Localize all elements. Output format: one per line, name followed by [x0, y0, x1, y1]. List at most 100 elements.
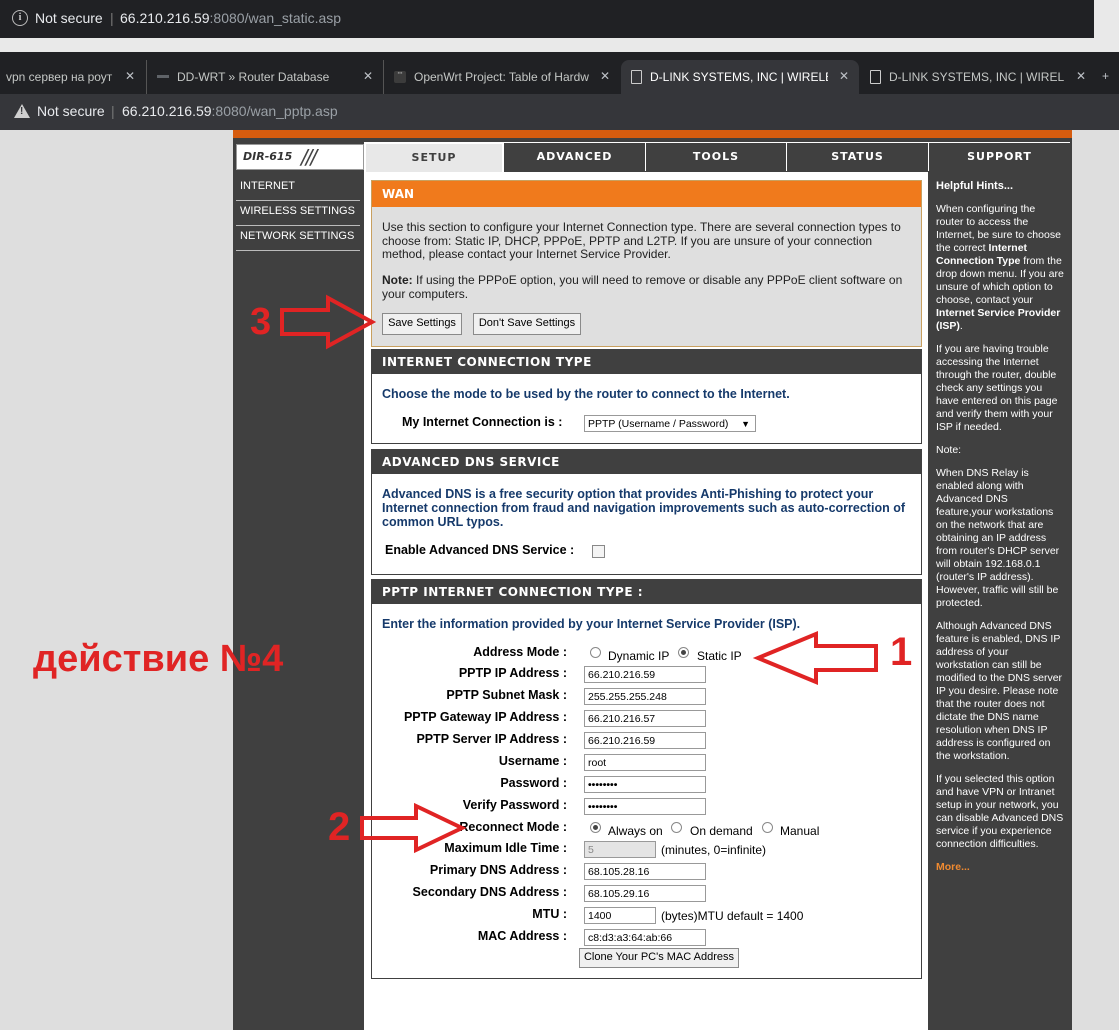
header-stripe — [233, 130, 1072, 138]
more-link[interactable]: More... — [936, 861, 1064, 874]
connection-type-label: My Internet Connection is : — [402, 415, 563, 429]
left-menu: INTERNET WIRELESS SETTINGS NETWORK SETTI… — [236, 176, 360, 251]
section-title: PPTP INTERNET CONNECTION TYPE : — [372, 580, 921, 604]
browser-tab[interactable]: D-LINK SYSTEMS, INC | WIRELESS✕ — [860, 60, 1096, 94]
close-tab-icon[interactable]: ✕ — [125, 60, 135, 92]
hint-paragraph: When DNS Relay is enabled along with Adv… — [936, 467, 1060, 609]
tab-status[interactable]: STATUS — [786, 142, 928, 171]
menu-item-network-settings[interactable]: NETWORK SETTINGS — [236, 226, 360, 251]
tab-tools[interactable]: TOOLS — [645, 142, 786, 171]
close-tab-icon[interactable]: ✕ — [600, 60, 610, 92]
dns-description: Advanced DNS is a free security option t… — [382, 487, 905, 529]
on-demand-radio[interactable] — [671, 822, 682, 833]
menu-item-internet[interactable]: INTERNET — [236, 176, 360, 201]
password-input[interactable]: •••••••• — [584, 776, 706, 793]
section-title: ADVANCED DNS SERVICE — [372, 450, 921, 474]
tab-setup[interactable]: SETUP — [364, 142, 504, 174]
max-idle-hint: (minutes, 0=infinite) — [661, 843, 767, 857]
manual-label: Manual — [780, 824, 820, 838]
wan-section: WAN Use this section to configure your I… — [371, 180, 922, 347]
wan-note: Note: If using the PPPoE option, you wil… — [382, 273, 903, 301]
model-name: DIR-615 — [243, 150, 293, 163]
pptp-server-input[interactable]: 66.210.216.59 — [584, 732, 706, 749]
on-demand-label: On demand — [690, 824, 753, 838]
hints-title: Helpful Hints... — [936, 180, 1013, 192]
always-on-radio[interactable] — [590, 822, 601, 833]
mtu-input[interactable]: 1400 — [584, 907, 656, 924]
close-tab-icon[interactable]: ✕ — [363, 60, 373, 92]
pptp-ip-label: PPTP IP Address : — [458, 666, 567, 680]
browser-tab[interactable]: vpn сервер на роут ✕ — [0, 60, 145, 94]
clone-mac-button[interactable]: Clone Your PC's MAC Address — [579, 948, 739, 968]
model-logo: DIR-615 /// — [236, 144, 364, 170]
verify-password-input[interactable]: •••••••• — [584, 798, 706, 815]
pptp-server-label: PPTP Server IP Address : — [416, 732, 567, 746]
step-2-number: 2 — [328, 805, 351, 849]
always-on-label: Always on — [608, 824, 663, 838]
verify-password-label: Verify Password : — [462, 798, 567, 812]
menu-item-wireless-settings[interactable]: WIRELESS SETTINGS — [236, 201, 360, 226]
connection-type-section: INTERNET CONNECTION TYPE Choose the mode… — [371, 349, 922, 444]
manual-radio[interactable] — [762, 822, 773, 833]
hint-paragraph: Although Advanced DNS feature is enabled… — [936, 620, 1063, 762]
mtu-hint: (bytes)MTU default = 1400 — [661, 909, 804, 923]
step-3-number: 3 — [250, 301, 272, 343]
browser-tab[interactable]: DD-WRT » Router Database ✕ — [146, 60, 383, 94]
password-label: Password : — [500, 776, 567, 790]
tab-support[interactable]: SUPPORT — [928, 142, 1070, 171]
secondary-dns-input[interactable]: 68.105.29.16 — [584, 885, 706, 902]
static-ip-label: Static IP — [697, 649, 742, 663]
mac-address-input[interactable]: c8:d3:a3:64:ab:66 — [584, 929, 706, 946]
new-tab-icon[interactable]: + — [1102, 60, 1119, 94]
wan-title: WAN — [372, 181, 921, 207]
window-gap — [0, 38, 1119, 52]
close-tab-icon[interactable]: ✕ — [839, 60, 849, 92]
save-settings-button[interactable]: Save Settings — [382, 313, 462, 335]
address-bar: ! Not secure | 66.210.216.59:8080/wan_pp… — [0, 94, 1119, 130]
pptp-gateway-label: PPTP Gateway IP Address : — [403, 710, 567, 724]
connection-type-select[interactable]: PPTP (Username / Password) ▼ — [584, 415, 756, 432]
hint-paragraph: If you selected this option and have VPN… — [936, 773, 1064, 850]
primary-dns-input[interactable]: 68.105.28.16 — [584, 863, 706, 880]
hint-paragraph: Note: — [936, 444, 962, 456]
browser-tab[interactable]: ▪▪ OpenWrt Project: Table of Hardw ✕ — [383, 60, 620, 94]
security-label[interactable]: Not secure — [37, 103, 105, 119]
tab-strip: vpn сервер на роут ✕ DD-WRT » Router Data… — [0, 52, 1119, 94]
step-2-arrow-icon — [360, 802, 467, 854]
window-gap — [1094, 0, 1119, 52]
url-text[interactable]: 66.210.216.59:8080/wan_pptp.asp — [122, 103, 338, 119]
dont-save-settings-button[interactable]: Don't Save Settings — [473, 313, 581, 335]
step-1-arrow-icon — [752, 631, 878, 685]
action-caption: действие №4 — [33, 638, 284, 680]
dash-icon — [157, 75, 169, 79]
dynamic-ip-radio[interactable] — [590, 647, 601, 658]
section-title: INTERNET CONNECTION TYPE — [372, 350, 921, 374]
separator: | — [111, 103, 115, 119]
step-3-arrow-icon — [280, 294, 377, 350]
pptp-ip-input[interactable]: 66.210.216.59 — [584, 666, 706, 683]
openwrt-icon: ▪▪ — [394, 70, 406, 83]
tab-advanced[interactable]: ADVANCED — [503, 142, 645, 171]
pptp-subnet-label: PPTP Subnet Mask : — [446, 688, 567, 702]
security-label[interactable]: Not secure — [35, 10, 103, 26]
pptp-gateway-input[interactable]: 66.210.216.57 — [584, 710, 706, 727]
wan-description: Use this section to configure your Inter… — [382, 220, 901, 261]
mac-address-label: MAC Address : — [477, 929, 567, 943]
document-icon — [631, 69, 642, 84]
pptp-subnet-input[interactable]: 255.255.255.248 — [584, 688, 706, 705]
max-idle-input[interactable]: 5 — [584, 841, 656, 858]
warning-icon[interactable]: ! — [14, 104, 30, 118]
url-text[interactable]: 66.210.216.59:8080/wan_static.asp — [120, 10, 341, 26]
dns-service-checkbox[interactable] — [592, 545, 605, 558]
browser-tab-active[interactable]: D-LINK SYSTEMS, INC | WIRELESS✕ — [621, 60, 859, 94]
username-input[interactable]: root — [584, 754, 706, 771]
static-ip-radio[interactable] — [678, 647, 689, 658]
username-label: Username : — [498, 754, 567, 768]
info-icon[interactable]: i — [12, 10, 28, 26]
step-1-number: 1 — [890, 630, 913, 674]
pptp-prompt: Enter the information provided by your I… — [382, 617, 801, 631]
previous-address-bar: i Not secure | 66.210.216.59:8080/wan_st… — [0, 0, 1094, 38]
close-tab-icon[interactable]: ✕ — [1076, 60, 1086, 92]
helpful-hints-panel: Helpful Hints... When configuring the ro… — [930, 172, 1070, 1030]
secondary-dns-label: Secondary DNS Address : — [412, 885, 567, 899]
